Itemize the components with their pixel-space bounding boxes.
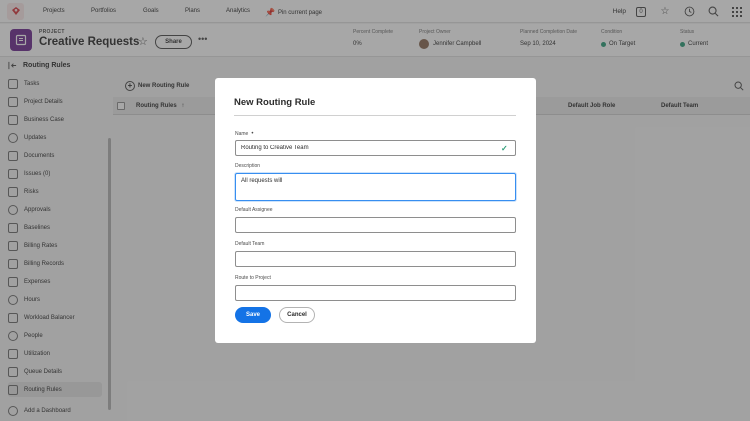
default-assignee-field[interactable] xyxy=(235,217,516,233)
cancel-button[interactable]: Cancel xyxy=(279,307,315,323)
dialog-title: New Routing Rule xyxy=(234,97,316,108)
valid-checkmark-icon: ✓ xyxy=(501,144,508,153)
dialog-divider xyxy=(234,115,516,116)
description-field[interactable]: All requests will xyxy=(235,173,516,201)
description-field-label: Description xyxy=(235,163,261,169)
new-routing-rule-dialog: New Routing Rule Name • ✓ Description Al… xyxy=(215,78,536,343)
route-to-project-field[interactable] xyxy=(235,285,516,301)
route-to-project-label: Route to Project xyxy=(235,275,271,281)
default-assignee-label: Default Assignee xyxy=(235,207,273,213)
default-team-label: Default Team xyxy=(235,241,265,247)
name-field-label: Name • xyxy=(235,131,253,137)
default-team-field[interactable] xyxy=(235,251,516,267)
name-label-text: Name xyxy=(235,131,249,137)
save-button[interactable]: Save xyxy=(235,307,271,323)
name-field[interactable] xyxy=(235,140,516,156)
required-indicator: • xyxy=(251,131,254,137)
